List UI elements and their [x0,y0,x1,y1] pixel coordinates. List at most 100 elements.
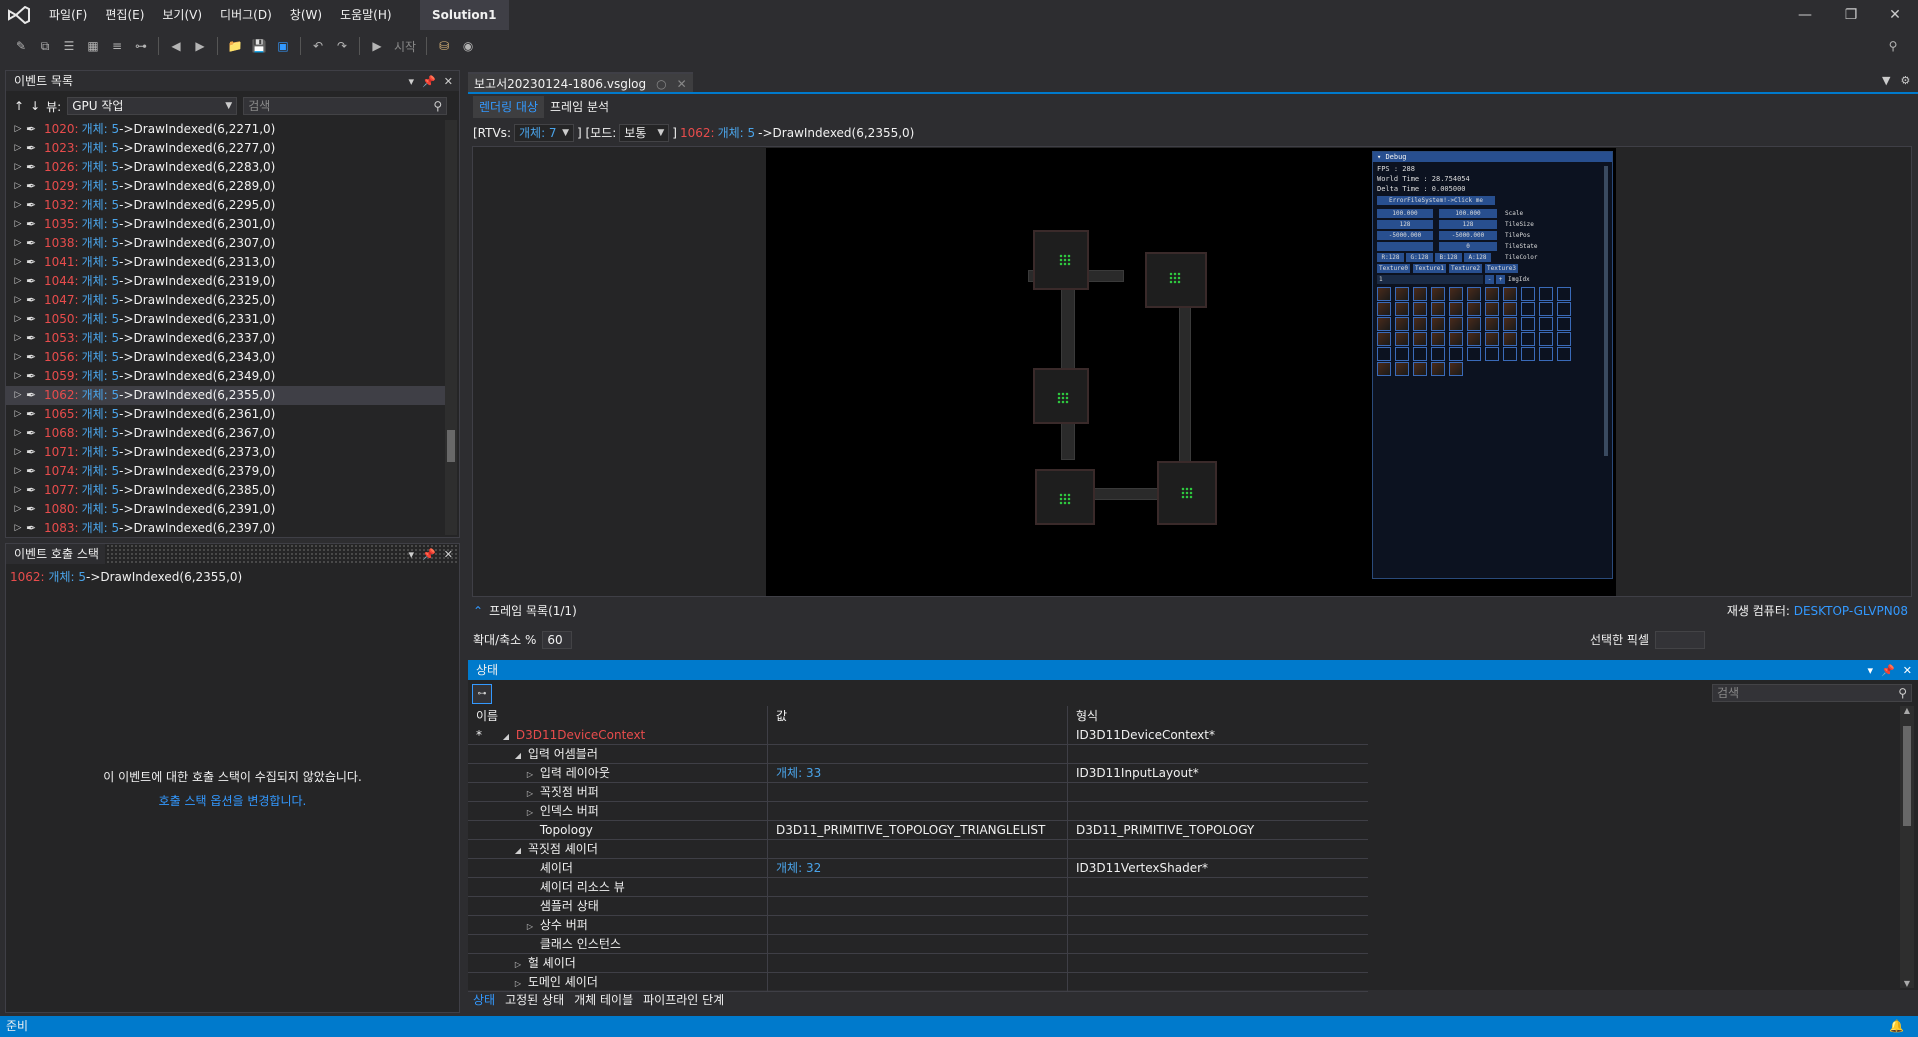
event-object-link[interactable]: 개체: 5 [82,462,120,481]
debug-imgidx-input[interactable]: 1 [1377,275,1483,284]
event-row[interactable]: ▷ ✒ 1041: 개체: 5 ->DrawIndexed(6,2313,0) [6,253,446,272]
event-row[interactable]: ▷ ✒ 1020: 개체: 5 ->DrawIndexed(6,2271,0) [6,120,446,139]
event-object-link[interactable]: 개체: 5 [82,120,120,139]
expand-icon[interactable]: ◢ [512,841,524,858]
debug-tile[interactable] [1431,317,1445,331]
debug-color-channel[interactable]: G:128 [1406,253,1433,262]
event-row[interactable]: ▷ ✒ 1077: 개체: 5 ->DrawIndexed(6,2385,0) [6,481,446,500]
debug-value-b[interactable]: 100.000 [1439,209,1497,218]
state-row[interactable]: 셰이더 개체: 32 ID3D11VertexShader* [468,859,1368,878]
playback-machine-link[interactable]: DESKTOP-GLVPN08 [1794,604,1908,618]
expand-icon[interactable]: ▷ [10,386,26,405]
minimize-button[interactable]: — [1782,0,1828,30]
start-button[interactable]: 시작 [390,38,420,55]
zoom-input[interactable]: 60 [542,631,573,649]
debug-tile[interactable] [1467,347,1481,361]
event-row[interactable]: ▷ ✒ 1059: 개체: 5 ->DrawIndexed(6,2349,0) [6,367,446,386]
debug-tile[interactable] [1377,362,1391,376]
event-row[interactable]: ▷ ✒ 1044: 개체: 5 ->DrawIndexed(6,2319,0) [6,272,446,291]
play-icon[interactable]: ▶ [366,35,388,57]
debug-texture-button[interactable]: Texture1 [1413,264,1446,273]
frame-list-toggle[interactable]: ⌃ 프레임 목록(1/1) [473,601,577,621]
state-row[interactable]: ▷ 꼭짓점 버퍼 [468,783,1368,802]
event-object-link[interactable]: 개체: 5 [82,500,120,519]
expand-icon[interactable]: ▷ [10,481,26,500]
state-row[interactable]: * ◢ D3D11DeviceContext ID3D11DeviceContext… [468,726,1368,745]
debug-value-b[interactable]: 128 [1439,220,1497,229]
dropdown-icon[interactable]: ▾ [409,75,415,88]
event-row[interactable]: ▷ ✒ 1047: 개체: 5 ->DrawIndexed(6,2325,0) [6,291,446,310]
expand-icon[interactable]: ▷ [10,215,26,234]
scroll-down-icon[interactable]: ▼ [1900,979,1914,988]
event-row[interactable]: ▷ ✒ 1080: 개체: 5 ->DrawIndexed(6,2391,0) [6,500,446,519]
document-tab[interactable]: 보고서20230124-1806.vsglog ○ ✕ [468,72,693,92]
debug-tile[interactable] [1521,287,1535,301]
debug-tile[interactable] [1395,287,1409,301]
feedback-icon[interactable]: ⚲ [1882,35,1904,57]
debug-tile[interactable] [1449,317,1463,331]
debug-tile[interactable] [1485,332,1499,346]
debug-tile[interactable] [1521,317,1535,331]
expand-icon[interactable]: ▷ [10,367,26,386]
state-row[interactable]: ▷ 입력 레이아웃 개체: 33 ID3D11InputLayout* [468,764,1368,783]
debug-tile[interactable] [1431,287,1445,301]
expand-icon[interactable]: ▷ [10,310,26,329]
debug-tile[interactable] [1413,302,1427,316]
debug-tile[interactable] [1449,287,1463,301]
close-tab-icon[interactable]: ✕ [677,74,687,92]
expand-icon[interactable]: ▷ [524,765,536,782]
event-row[interactable]: ▷ ✒ 1050: 개체: 5 ->DrawIndexed(6,2331,0) [6,310,446,329]
event-row[interactable]: ▷ ✒ 1035: 개체: 5 ->DrawIndexed(6,2301,0) [6,215,446,234]
close-icon[interactable]: ✕ [444,75,453,88]
event-object-link[interactable]: 개체: 5 [82,253,120,272]
debug-tile[interactable] [1395,332,1409,346]
expand-icon[interactable]: ▷ [10,443,26,462]
debug-value-a[interactable] [1377,242,1433,251]
expand-icon[interactable]: ▷ [512,974,524,991]
event-object-link[interactable]: 개체: 5 [82,234,120,253]
expand-icon[interactable]: ▷ [10,462,26,481]
debug-tile[interactable] [1431,362,1445,376]
debug-color-channel[interactable]: A:128 [1464,253,1491,262]
event-row[interactable]: ▷ ✒ 1056: 개체: 5 ->DrawIndexed(6,2343,0) [6,348,446,367]
debug-tile[interactable] [1431,347,1445,361]
forward-icon[interactable]: ▶ [189,35,211,57]
event-row[interactable]: ▷ ✒ 1053: 개체: 5 ->DrawIndexed(6,2337,0) [6,329,446,348]
debug-tile[interactable] [1557,332,1571,346]
rtv-select[interactable]: 개체: 7 ▼ [513,124,574,142]
event-object-link[interactable]: 개체: 5 [82,139,120,158]
debug-tile[interactable] [1449,362,1463,376]
debug-window[interactable]: ▾ Debug FPS : 288 World Time : 28.754054… [1372,151,1613,579]
event-row[interactable]: ▷ ✒ 1062: 개체: 5 ->DrawIndexed(6,2355,0) [6,386,446,405]
debug-tile[interactable] [1377,347,1391,361]
event-object-link[interactable]: 개체: 5 [82,443,120,462]
debug-tile[interactable] [1557,317,1571,331]
debug-tile[interactable] [1449,347,1463,361]
save-all-icon[interactable]: ▣ [272,35,294,57]
expand-icon[interactable]: ▷ [524,784,536,801]
menu-view[interactable]: 보기(V) [153,0,211,30]
menu-debug[interactable]: 디버그(D) [211,0,281,30]
event-object-link[interactable]: 개체: 5 [82,272,120,291]
event-row[interactable]: ▷ ✒ 1071: 개체: 5 ->DrawIndexed(6,2373,0) [6,443,446,462]
debug-tile[interactable] [1413,347,1427,361]
expand-icon[interactable]: ▷ [524,803,536,820]
expand-icon[interactable]: ▷ [10,329,26,348]
debug-tile[interactable] [1485,317,1499,331]
debug-value-a[interactable]: 128 [1377,220,1433,229]
tab-state[interactable]: 상태 [468,990,500,1010]
event-row[interactable]: ▷ ✒ 1083: 개체: 5 ->DrawIndexed(6,2397,0) [6,519,446,535]
debug-click-button[interactable]: ErrorFileSystem!->Click me [1377,196,1495,205]
expand-icon[interactable]: ▷ [10,253,26,272]
expand-icon[interactable]: ▷ [10,196,26,215]
debug-value-b[interactable]: 0 [1439,242,1497,251]
expand-icon[interactable]: ▷ [524,917,536,934]
debug-tile[interactable] [1413,317,1427,331]
state-search-input[interactable]: 검색 ⚲ [1712,684,1912,702]
debug-tile[interactable] [1467,302,1481,316]
mode-select[interactable]: 보통 ▼ [619,124,670,142]
debug-tile[interactable] [1395,302,1409,316]
tab-pinned-state[interactable]: 고정된 상태 [500,990,569,1010]
expand-icon[interactable]: ▷ [10,519,26,535]
camera-icon[interactable]: ◉ [457,35,479,57]
